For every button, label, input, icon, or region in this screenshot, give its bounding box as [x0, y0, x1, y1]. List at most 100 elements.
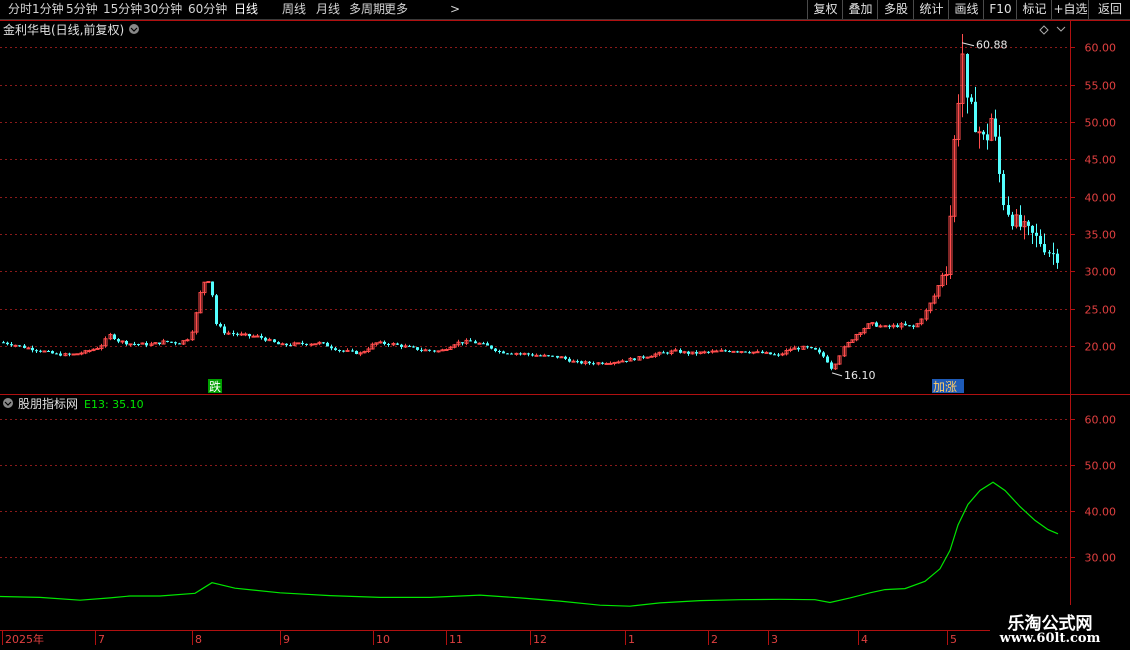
candle-body-down	[588, 361, 591, 364]
candle-body-up	[612, 361, 617, 364]
candle-body-down	[383, 341, 386, 344]
candle-body-up	[185, 339, 190, 342]
x-axis-label: 8	[195, 633, 202, 646]
x-axis-label: 12	[533, 633, 547, 646]
candle-body-down	[527, 353, 530, 355]
candle-body-down	[830, 362, 833, 369]
candle-body-down	[1011, 214, 1014, 227]
candle-body-up	[42, 350, 47, 353]
candle-body-down	[1048, 252, 1051, 254]
collapse-chevron-icon[interactable]	[1056, 26, 1066, 32]
diamond-icon[interactable]	[1039, 25, 1049, 35]
candle-body-down	[273, 339, 276, 343]
candle-body-down	[51, 351, 54, 354]
candle-body-down	[133, 343, 136, 345]
candle-body-down	[662, 352, 665, 354]
candle-body-down	[482, 343, 485, 345]
candle-body-up	[620, 360, 625, 363]
candle-body-down	[137, 344, 140, 346]
min-pointer	[831, 372, 843, 377]
candle-body-down	[728, 351, 731, 353]
candle-body-down	[277, 342, 280, 345]
main-dropdown-icon[interactable]	[129, 24, 139, 34]
candle-body-down	[556, 355, 559, 358]
candle-body-down	[707, 351, 710, 353]
candle-body-down	[236, 333, 239, 335]
candle-body-down	[39, 350, 42, 352]
candle-body-down	[1043, 244, 1046, 253]
watermark: 乐淘公式网 www.60lt.com	[990, 605, 1130, 650]
candle-body-down	[1027, 221, 1030, 226]
candle-body-up	[645, 356, 650, 359]
candle-body-up	[977, 131, 982, 134]
candle-body-down	[338, 350, 341, 352]
candle-body-up	[616, 361, 621, 364]
candle-body-up	[206, 281, 211, 284]
candle-body-down	[334, 348, 337, 351]
min-price-label: 16.10	[844, 369, 876, 382]
candle-body-down	[433, 350, 436, 352]
candle-body-down	[896, 325, 899, 327]
candle-body-down	[355, 350, 358, 354]
candle-body-down	[461, 342, 464, 344]
candle-body-down	[285, 343, 288, 346]
candle-body-up	[522, 352, 527, 355]
candle-body-down	[510, 353, 513, 355]
main-y-tick-label: 45.00	[1085, 154, 1117, 167]
candle-body-up	[128, 343, 133, 346]
candle-body-down	[412, 346, 415, 348]
candle-body-down	[264, 337, 267, 341]
candle-body-down	[2, 342, 5, 344]
candle-body-down	[986, 134, 989, 141]
candle-body-down	[232, 333, 235, 335]
candle-body-down	[494, 348, 497, 352]
signal-down-text: 跌	[209, 379, 221, 394]
candle-body-up	[883, 325, 888, 328]
candle-body-down	[547, 355, 550, 357]
x-axis-label: 1	[628, 633, 635, 646]
candle-body-down	[351, 350, 354, 352]
candle-body-up	[751, 351, 756, 354]
main-y-tick-label: 55.00	[1085, 80, 1117, 93]
main-y-tick-label: 20.00	[1085, 341, 1117, 354]
sub-y-tick-label: 30.00	[1085, 552, 1117, 565]
candle-body-down	[211, 281, 214, 296]
candle-body-up	[944, 274, 949, 277]
candle-body-down	[974, 101, 977, 133]
candle-body-down	[633, 358, 636, 361]
candle-body-up	[87, 350, 92, 353]
candle-body-up	[255, 335, 260, 338]
candle-body-up	[444, 349, 449, 352]
candle-body-down	[666, 352, 669, 354]
x-axis-label: 5	[950, 633, 957, 646]
chart-area[interactable]: 60.00 55.00 50.00 45.00 40.00 35.00 30.00 25.00…	[0, 0, 1130, 650]
candle-body-down	[68, 353, 71, 355]
indicator-dropdown-icon[interactable]	[3, 398, 13, 408]
sub-y-tick-label: 40.00	[1085, 506, 1117, 519]
candle-body-up	[514, 352, 519, 355]
candle-body-up	[710, 350, 715, 353]
candle-body-down	[23, 345, 26, 348]
candle-body-up	[878, 325, 883, 328]
candle-body-down	[576, 361, 579, 363]
candle-body-down	[551, 355, 554, 357]
candle-body-down	[773, 354, 776, 356]
candle-body-down	[117, 339, 120, 342]
candle-body-down	[170, 341, 173, 343]
main-panel-title: 金利华电(日线,前复权)	[3, 22, 124, 37]
candle-body-up	[120, 340, 125, 343]
candle-body-down	[1007, 205, 1010, 215]
candle-body-down	[322, 342, 325, 344]
candle-body-down	[474, 341, 477, 344]
candle-body-down	[748, 352, 751, 354]
candle-body-down	[215, 295, 218, 324]
candle-body-down	[428, 349, 431, 351]
candle-body-up	[280, 343, 285, 346]
candle-body-up	[423, 349, 428, 352]
x-axis-label: 2	[711, 633, 718, 646]
candle-body-down	[400, 344, 403, 347]
candle-body-down	[166, 340, 169, 342]
x-axis-label: 4	[861, 633, 868, 646]
candle-body-up	[604, 362, 609, 365]
candle-body-down	[531, 354, 534, 356]
